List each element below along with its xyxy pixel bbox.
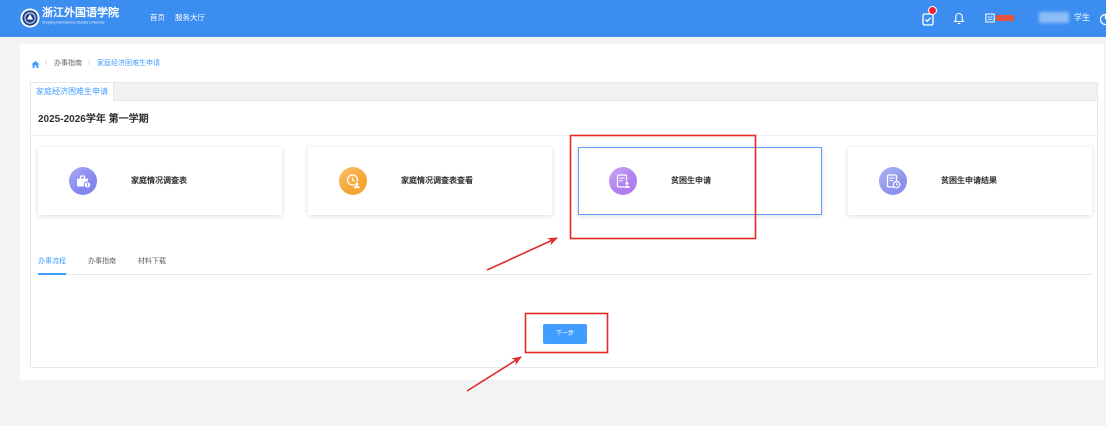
tab-downloads[interactable]: 材料下载 [138,257,166,267]
user-name-redacted[interactable] [1039,12,1069,23]
document-person-icon [616,174,631,189]
divider [30,135,1098,136]
school-name[interactable]: 浙江外国语学院 [42,6,119,19]
briefcase-badge-icon [77,175,91,189]
logout-icon[interactable] [1097,12,1106,26]
breadcrumb-guide[interactable]: 办事指南 [54,59,82,69]
card-icon-circle [69,167,97,195]
message-icon[interactable] [985,13,995,23]
card-icon-circle [339,167,367,195]
card-poverty-application[interactable]: 贫困生申请 [578,147,822,215]
home-icon[interactable] [31,60,40,69]
subtab-divider [38,274,1092,275]
next-step-button[interactable]: 下一步 [543,324,587,344]
card-family-survey[interactable]: 家庭情况调查表 [38,147,282,215]
card-poverty-result[interactable]: 贫困生申请结果 [848,147,1092,215]
breadcrumb-current: 家庭经济困难生申请 [97,60,160,67]
card-family-survey-view[interactable]: 家庭情况调查表查看 [308,147,552,215]
top-header [0,0,1106,37]
card-label: 家庭情况调查表 [131,176,187,185]
clock-person-icon [346,174,360,189]
card-label: 贫困生申请 [671,176,711,185]
user-role[interactable]: 学生 [1074,12,1090,23]
tab-strip [30,82,1098,101]
message-tag[interactable] [996,15,1014,21]
nav-home[interactable]: 首页 [150,13,165,23]
nav-service-hall[interactable]: 服务大厅 [175,13,205,23]
active-tab-underline [38,273,66,275]
breadcrumb-separator: / [88,60,90,67]
notification-badge [928,6,937,15]
tab-financial-aid-application[interactable]: 家庭经济困难生申请 [30,82,114,101]
school-name-english: Zhejiang International Studies Universit… [42,21,105,25]
card-label: 贫困生申请结果 [941,176,997,185]
document-clock-icon [886,174,901,189]
card-icon-circle [879,167,907,195]
university-seal-icon[interactable] [20,8,40,28]
bell-icon[interactable] [953,12,965,25]
card-label: 家庭情况调查表查看 [401,176,473,185]
breadcrumb-separator: / [45,60,47,67]
term-title: 2025-2026学年 第一学期 [38,114,149,125]
card-icon-circle [609,167,637,195]
tab-guide[interactable]: 办事指南 [88,257,116,267]
tab-process[interactable]: 办事流程 [38,257,66,267]
